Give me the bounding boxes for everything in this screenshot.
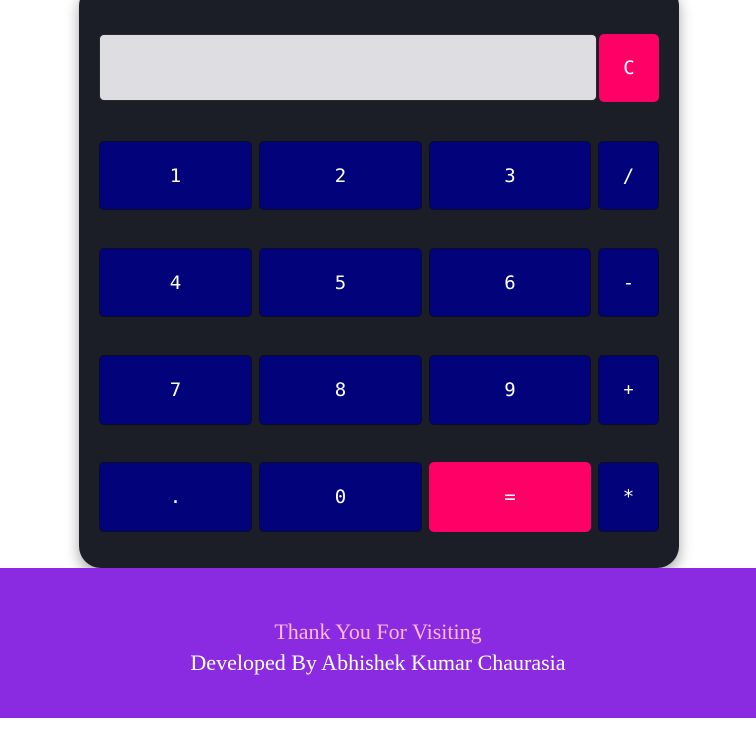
clear-button[interactable]: C <box>599 34 659 102</box>
footer-developer-credit: Developed By Abhishek Kumar Chaurasia <box>190 650 566 675</box>
footer-thank-you-text: Thank You For Visiting <box>274 619 482 644</box>
key-1-button[interactable]: 1 <box>99 141 252 210</box>
multiply-button[interactable]: * <box>598 462 659 532</box>
page: C 1 2 3 / 4 5 6 - 7 8 9 + . 0 = * Thank … <box>0 0 756 745</box>
key-9-button[interactable]: 9 <box>429 355 591 425</box>
plus-button[interactable]: + <box>598 355 659 425</box>
key-7-button[interactable]: 7 <box>99 355 252 425</box>
divide-button[interactable]: / <box>598 141 659 210</box>
equals-button[interactable]: = <box>429 462 591 532</box>
key-8-button[interactable]: 8 <box>259 355 422 425</box>
key-4-button[interactable]: 4 <box>99 248 252 317</box>
decimal-point-button[interactable]: . <box>99 462 252 532</box>
footer: Thank You For Visiting Developed By Abhi… <box>0 568 756 718</box>
key-3-button[interactable]: 3 <box>429 141 591 210</box>
key-0-button[interactable]: 0 <box>259 462 422 532</box>
minus-button[interactable]: - <box>598 248 659 317</box>
calculator-display <box>99 34 597 101</box>
key-2-button[interactable]: 2 <box>259 141 422 210</box>
key-5-button[interactable]: 5 <box>259 248 422 317</box>
key-6-button[interactable]: 6 <box>429 248 591 317</box>
